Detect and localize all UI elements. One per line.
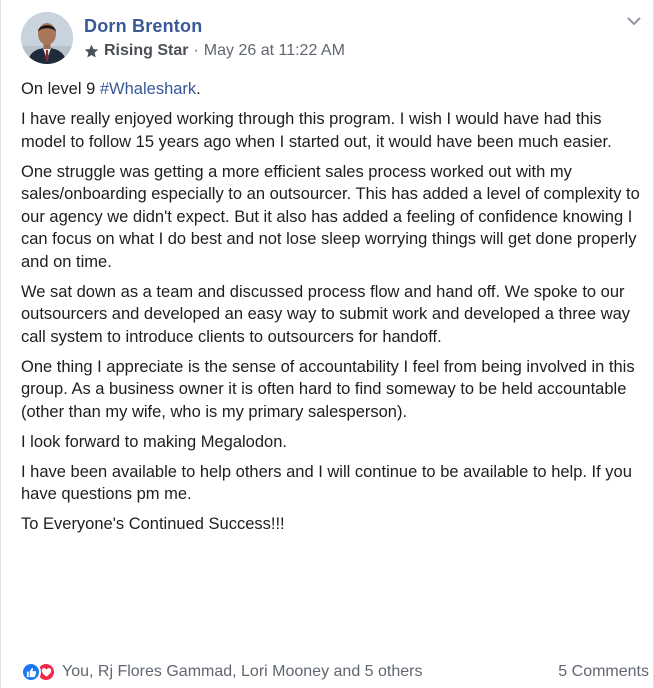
post-subline: Rising Star · May 26 at 11:22 AM (84, 39, 345, 63)
post-paragraph: I have been available to help others and… (21, 462, 632, 504)
post-body: On level 9 #Whaleshark. I have really en… (21, 78, 647, 543)
post-paragraph: I have really enjoyed working through th… (21, 110, 612, 151)
post-meta: Dorn Brenton Rising Star · May 26 at 11:… (84, 13, 345, 63)
post-footer: You, Rj Flores Gammad, Lori Mooney and 5… (21, 660, 649, 684)
hashtag-link[interactable]: #Whaleshark (100, 80, 196, 98)
avatar[interactable] (21, 12, 73, 64)
chevron-down-icon[interactable] (625, 14, 643, 28)
post-paragraph: One struggle was getting a more efficien… (21, 162, 640, 271)
reactions-summary[interactable]: You, Rj Flores Gammad, Lori Mooney and 5… (21, 662, 422, 682)
post-paragraph: One thing I appreciate is the sense of a… (21, 357, 635, 421)
like-icon (21, 662, 41, 682)
post-timestamp[interactable]: May 26 at 11:22 AM (204, 39, 345, 63)
author-name[interactable]: Dorn Brenton (84, 13, 345, 39)
paragraph-text: . (196, 80, 201, 98)
paragraph-text: On level 9 (21, 80, 100, 98)
post-paragraph: We sat down as a team and discussed proc… (21, 282, 631, 346)
member-badge: Rising Star (104, 42, 189, 59)
post-header: Dorn Brenton Rising Star · May 26 at 11:… (21, 12, 345, 64)
post-paragraph: I look forward to making Megalodon. (21, 432, 287, 451)
reactors-text: You, Rj Flores Gammad, Lori Mooney and 5… (62, 663, 423, 680)
star-icon (84, 44, 99, 57)
post-paragraph: On level 9 #Whaleshark. (21, 78, 647, 101)
meta-separator: · (193, 42, 199, 59)
post-card: Dorn Brenton Rising Star · May 26 at 11:… (0, 0, 654, 688)
post-paragraph: To Everyone's Continued Success!!! (21, 515, 285, 533)
comments-count-link[interactable]: 5 Comments (558, 663, 649, 681)
